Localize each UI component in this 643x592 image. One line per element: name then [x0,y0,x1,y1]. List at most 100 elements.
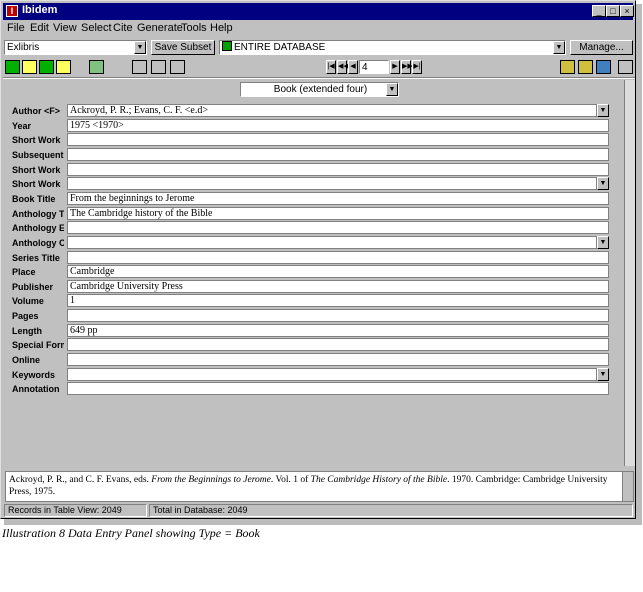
menu-help[interactable]: Help [210,22,233,34]
database-select-value: ENTIRE DATABASE [234,42,326,53]
field-input[interactable] [67,309,609,322]
chevron-down-icon[interactable]: ▼ [386,83,398,96]
find-icon[interactable] [151,60,166,74]
next-page-icon[interactable]: ▶▶ [401,60,413,74]
field-input[interactable]: 649 pp [67,324,609,337]
split-view-icon[interactable] [22,60,37,74]
chevron-down-icon[interactable]: ▼ [134,41,146,54]
field-input[interactable]: From the beginnings to Jerome [67,192,609,205]
save-subset-button[interactable]: Save Subset [151,40,215,55]
first-record-icon[interactable]: |◀ [326,60,336,74]
field-label: Annotation [12,384,60,394]
field-label: Pages [12,311,39,321]
field-input[interactable] [67,368,597,381]
last-record-icon[interactable]: ▶| [412,60,422,74]
field-label: Place [12,267,36,277]
status-records-in-view: Records in Table View: 2049 [4,504,147,517]
field-input[interactable] [67,251,609,264]
field-label: Anthology T [12,209,64,219]
copy-record-icon[interactable] [132,60,147,74]
form-scrollbar[interactable] [624,80,635,466]
title-bar[interactable]: I Ibidem _ □ × [3,3,634,20]
record-number-input[interactable]: 4 [359,60,389,74]
field-label: Year [12,121,32,131]
field-label: Anthology E [12,223,64,233]
menu-view[interactable]: View [53,22,77,34]
field-label: Series Title [12,253,60,263]
type-select[interactable]: Book (extended four) ▼ [240,82,399,97]
chevron-down-icon[interactable]: ▼ [597,236,609,249]
database-select[interactable]: ENTIRE DATABASE ▼ [219,40,566,55]
previous-page-icon[interactable]: ◀◀ [337,60,349,74]
field-input[interactable] [67,133,609,146]
menu-tools[interactable]: Tools [181,22,207,34]
binoculars-icon[interactable] [170,60,185,74]
field-input[interactable]: Cambridge University Press [67,280,609,293]
window-shadow-bottom [4,519,642,525]
field-label: Publisher [12,282,54,292]
window-shadow-right [636,4,642,525]
field-label: Author <F> [12,106,61,116]
field-label: Keywords [12,370,56,380]
field-input[interactable] [67,148,609,161]
menu-cite[interactable]: Cite [113,22,133,34]
field-label: Book Title [12,194,56,204]
chevron-down-icon[interactable]: ▼ [597,368,609,381]
type-select-value: Book (extended four) [273,84,368,95]
field-input[interactable] [67,382,609,395]
chevron-down-icon[interactable]: ▼ [597,104,609,117]
field-input[interactable] [67,236,597,249]
citation-authors: Ackroyd, P. R., and C. F. Evans, eds. [9,475,152,485]
format-icon[interactable] [596,60,611,74]
table-view-icon[interactable] [5,60,20,74]
field-label: Short Work [12,135,61,145]
field-label: Length [12,326,42,336]
menu-select[interactable]: Select [81,22,112,34]
status-total-in-database: Total in Database: 2049 [149,504,633,517]
database-icon [222,41,232,51]
window-title: Ibidem [22,4,58,16]
field-input[interactable] [67,221,609,234]
field-label: Online [12,355,41,365]
manage-button[interactable]: Manage... [570,40,633,55]
app-icon[interactable]: I [6,5,18,17]
subset-select[interactable]: Exlibris ▼ [4,40,147,55]
citation-volume: . Vol. 1 of [270,475,311,485]
citation-series-title: The Cambridge History of the Bible [310,475,448,485]
maximize-icon[interactable]: □ [606,5,620,17]
minimize-icon[interactable]: _ [592,5,606,17]
field-input[interactable]: 1 [67,294,609,307]
app-window: I Ibidem _ □ × File Edit View Select Cit… [0,0,636,519]
cite-icon[interactable] [560,60,575,74]
field-input[interactable] [67,338,609,351]
field-input[interactable] [67,177,597,190]
field-label: Subsequent [12,150,64,160]
field-label: Special Form [12,340,64,350]
field-input[interactable]: Ackroyd, P. R.; Evans, C. F. <e.d> [67,104,597,117]
menu-generate[interactable]: Generate [137,22,183,34]
field-input[interactable] [67,353,609,366]
toolbar-separator [3,77,635,79]
field-input[interactable]: 1975 <1970> [67,119,609,132]
field-label: Short Work [12,179,61,189]
citation-scrollbar[interactable] [622,471,634,502]
chevron-down-icon[interactable]: ▼ [553,41,565,54]
help-icon[interactable] [618,60,633,74]
menu-file[interactable]: File [7,22,25,34]
field-label: Short Work [12,165,61,175]
form-view-icon[interactable] [39,60,54,74]
chevron-down-icon[interactable]: ▼ [597,177,609,190]
field-input[interactable] [67,163,609,176]
figure-caption: Illustration 8 Data Entry Panel showing … [2,526,260,540]
field-input[interactable]: Cambridge [67,265,609,278]
menu-edit[interactable]: Edit [30,22,49,34]
previous-record-icon[interactable]: ◀ [348,60,358,74]
new-record-icon[interactable] [89,60,104,74]
citation-book-title: From the Beginnings to Jerome [151,475,271,485]
insert-citation-icon[interactable] [578,60,593,74]
close-icon[interactable]: × [620,5,634,17]
next-record-icon[interactable]: ▶ [390,60,400,74]
record-view-icon[interactable] [56,60,71,74]
field-label: Anthology C [12,238,64,248]
field-input[interactable]: The Cambridge history of the Bible [67,207,609,220]
